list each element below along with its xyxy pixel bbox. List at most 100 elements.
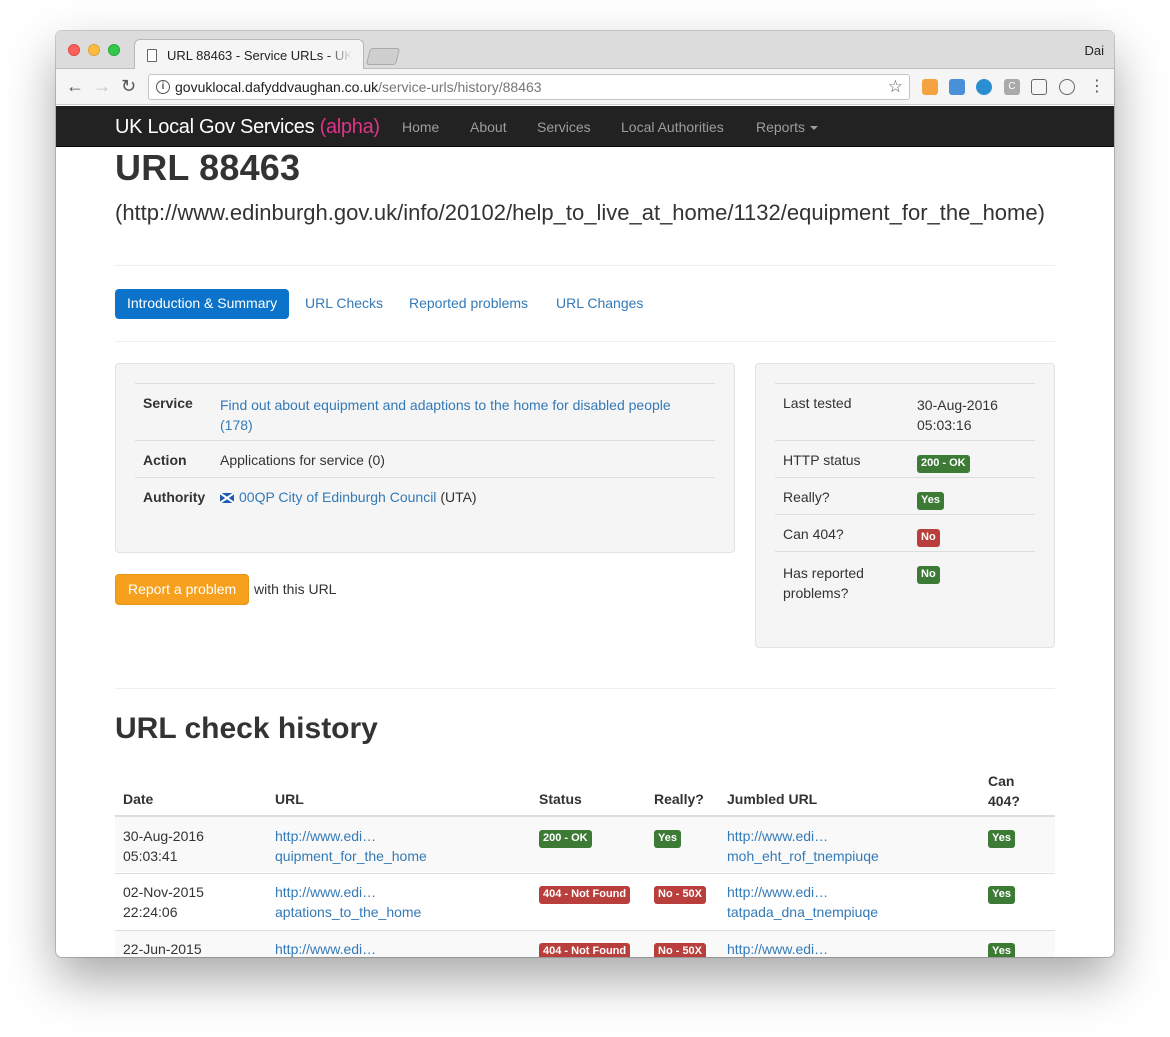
page-content: URL 88463 (http://www.edinburgh.gov.uk/i… [56,147,1114,957]
row-jumbled-link[interactable]: http://www.edi… [727,941,828,957]
row-url-link[interactable]: http://www.edi… [275,941,376,957]
reload-icon[interactable]: ↻ [121,76,136,96]
status-badge: 200 - OK [917,455,970,473]
cast-icon[interactable] [1031,79,1047,95]
status-badge: 200 - OK [539,830,592,848]
really-row: Really? Yes [775,477,1035,514]
status-badge: No [917,529,940,547]
close-window-button[interactable] [68,44,80,56]
minimize-window-button[interactable] [88,44,100,56]
can-404-value: No [917,527,940,547]
status-badge: 404 - Not Found [539,886,631,904]
site-navbar: UK Local Gov Services (alpha) Home About… [56,106,1114,147]
divider [115,341,1055,342]
row-really: No - 50X [654,939,707,957]
row-jumbled-link-tail[interactable]: tatpada_dna_tnempiuqe [727,904,878,920]
c-extension-icon[interactable]: C [1004,79,1020,95]
page-subtitle: (http://www.edinburgh.gov.uk/info/20102/… [115,200,1045,225]
row-jumbled-link[interactable]: http://www.edi… [727,884,828,900]
authority-row: Authority 00QP City of Edinburgh Council… [135,477,715,514]
tab-introduction-summary[interactable]: Introduction & Summary [115,289,290,319]
row-url: http://www.edi… quipment_for_the_home [275,826,427,866]
row-jumbled-url: http://www.edi… [727,939,828,957]
reported-label-line2: problems? [783,585,849,601]
service-row: Service Find out about equipment and ada… [135,383,715,440]
site-brand[interactable]: UK Local Gov Services (alpha) [115,116,380,139]
row-status: 404 - Not Found [539,939,631,957]
lock-extension-icon[interactable] [949,79,965,95]
col-can-404: Can 404? [988,771,1020,811]
eyedropper-extension-icon[interactable] [922,79,938,95]
row-url-link-tail[interactable]: aptations_to_the_home [275,904,421,920]
nav-about[interactable]: About [470,119,507,135]
browser-tab-active[interactable]: URL 88463 - Service URLs - UK Local Gov … [134,39,364,70]
nav-services[interactable]: Services [537,119,591,135]
row-status: 404 - Not Found [539,882,631,904]
col-can-404-line2: 404? [988,793,1020,809]
http-status-row: HTTP status 200 - OK [775,440,1035,477]
browser-window: URL 88463 - Service URLs - UK Local Gov … [56,31,1114,957]
row-really: Yes [654,826,681,848]
divider [115,265,1055,266]
status-badge: 404 - Not Found [539,943,631,957]
col-jumbled-url: Jumbled URL [727,791,818,807]
row-url-link-tail[interactable]: quipment_for_the_home [275,848,427,864]
new-tab-button[interactable] [365,48,401,65]
row-date-day: 30-Aug-2016 [123,828,204,844]
reported-row: Has reported problems? No [775,551,1035,608]
maximize-window-button[interactable] [108,44,120,56]
nav-reports-label: Reports [756,119,806,135]
menu-dots-icon[interactable]: ⋮ [1089,77,1105,97]
reported-label: Has reported problems? [783,563,864,603]
nav-local-authorities[interactable]: Local Authorities [621,119,724,135]
http-status-value: 200 - OK [917,453,970,473]
authority-link[interactable]: 00QP City of Edinburgh Council [239,489,436,505]
nav-home[interactable]: Home [402,119,439,135]
page-title: URL 88463 [115,147,301,188]
row-date: 30-Aug-2016 05:03:41 [123,826,204,866]
row-jumbled-link[interactable]: http://www.edi… [727,828,828,844]
url-host: govuklocal.dafyddvaughan.co.uk [175,79,379,95]
status-badge: Yes [917,492,944,510]
status-badge: No [917,566,940,584]
row-jumbled-link-tail[interactable]: moh_eht_rof_tnempiuqe [727,848,879,864]
last-tested-value: 30-Aug-2016 05:03:16 [917,395,998,435]
info-icon[interactable]: i [156,80,170,94]
bookmark-star-icon[interactable]: ☆ [888,77,903,97]
tab-reported-problems[interactable]: Reported problems [397,289,540,319]
nav-reports-dropdown[interactable]: Reports [756,119,819,135]
back-arrow-icon[interactable]: ← [66,76,84,96]
history-title: URL check history [115,712,378,745]
reported-value: No [917,564,940,584]
tab-url-changes[interactable]: URL Changes [544,289,655,319]
status-badge: No - 50X [654,886,707,904]
row-status: 200 - OK [539,826,592,848]
table-row: 22-Jun-2015 http://www.edi… 404 - Not Fo… [115,930,1055,957]
row-date-time: 22:24:06 [123,904,178,920]
address-bar[interactable]: i govuklocal.dafyddvaughan.co.uk/service… [148,74,910,100]
col-can-404-line1: Can [988,773,1015,789]
row-can-404: Yes [988,882,1015,904]
row-date-day: 02-Nov-2015 [123,884,204,900]
globe-extension-icon[interactable] [976,79,992,95]
can-404-label: Can 404? [783,526,844,542]
report-problem-button[interactable]: Report a problem [115,574,250,605]
title-bar: URL 88463 - Service URLs - UK Local Gov … [56,31,1114,70]
row-url-link[interactable]: http://www.edi… [275,884,376,900]
row-can-404: Yes [988,826,1015,848]
report-suffix: with this URL [254,581,337,597]
table-row: 30-Aug-2016 05:03:41 http://www.edi… quipm… [115,815,1055,872]
row-url-link[interactable]: http://www.edi… [275,828,376,844]
status-panel: Last tested 30-Aug-2016 05:03:16 HTTP sta… [755,363,1055,648]
service-label: Service [143,395,193,411]
profile-name[interactable]: Dai [1084,43,1104,58]
forward-arrow-icon[interactable]: → [93,76,111,96]
row-really: No - 50X [654,882,707,904]
service-link[interactable]: Find out about equipment and adaptions t… [220,397,671,413]
can-404-row: Can 404? No [775,514,1035,551]
tab-url-checks[interactable]: URL Checks [293,289,395,319]
service-count-link[interactable]: (178) [220,417,253,433]
row-date: 22-Jun-2015 [123,939,202,957]
row-date-time: 05:03:41 [123,848,178,864]
shield-extension-icon[interactable] [1059,79,1075,95]
